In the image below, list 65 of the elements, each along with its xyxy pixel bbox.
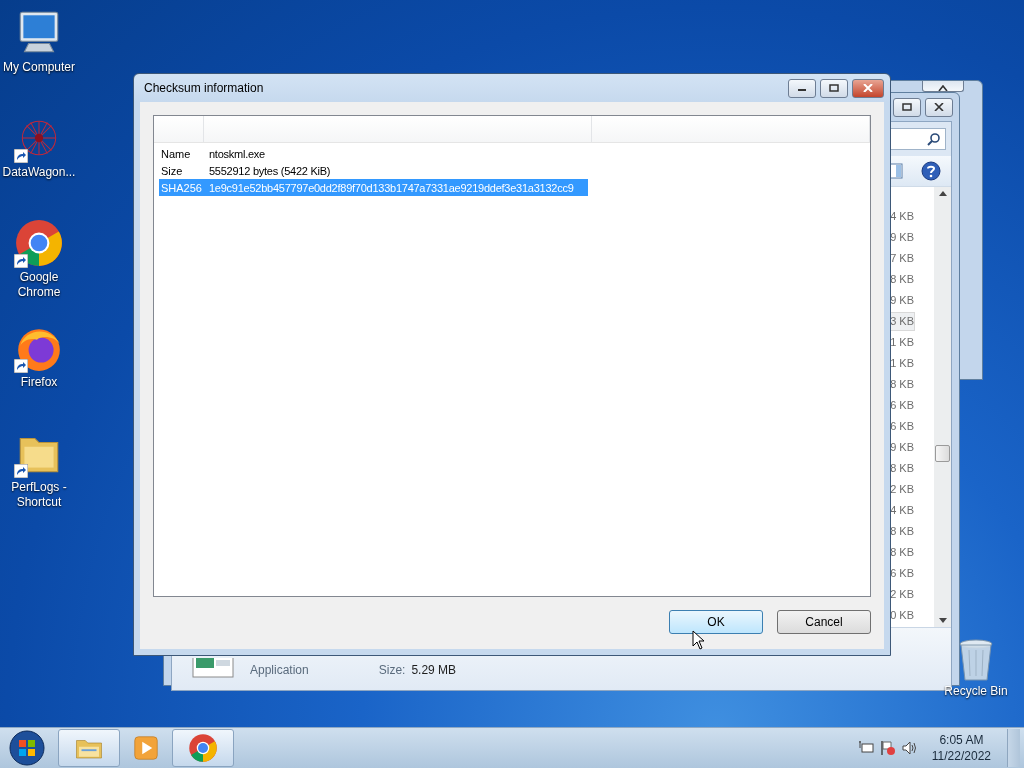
scrollbar[interactable] bbox=[934, 187, 951, 627]
row-key: Size bbox=[159, 164, 209, 177]
taskbar-app-button[interactable] bbox=[172, 729, 234, 767]
desktop-icon-label[interactable]: Google Chrome bbox=[0, 270, 78, 300]
list-row[interactable]: Name ntoskml.exe bbox=[159, 145, 588, 162]
speaker-icon[interactable] bbox=[901, 740, 918, 756]
row-value: 1e9c91e52bb457797e0dd2f89f70d133b1747a7331ae9219ddef3e31a3132cc9 bbox=[209, 181, 574, 194]
restore-icon bbox=[829, 84, 839, 92]
ok-button[interactable]: OK bbox=[669, 610, 763, 634]
scroll-thumb[interactable] bbox=[935, 445, 950, 462]
clock[interactable]: 6:05 AM 11/22/2022 bbox=[931, 732, 991, 764]
start-orb-icon[interactable] bbox=[9, 730, 45, 766]
file-size[interactable]: 6 KB bbox=[889, 564, 915, 583]
scroll-up-icon[interactable] bbox=[938, 191, 947, 196]
file-size[interactable]: 6 KB bbox=[889, 396, 915, 415]
file-size[interactable]: 4 KB bbox=[889, 207, 915, 226]
list-row[interactable]: Size 5552912 bytes (5422 KiB) bbox=[159, 162, 588, 179]
file-size[interactable]: 8 KB bbox=[889, 543, 915, 562]
file-size[interactable]: 8 KB bbox=[889, 522, 915, 541]
file-size[interactable]: 0 KB bbox=[889, 606, 915, 625]
maximize-button[interactable] bbox=[893, 97, 921, 117]
application-icon bbox=[192, 658, 234, 678]
close-button[interactable] bbox=[922, 81, 964, 92]
scroll-down-icon[interactable] bbox=[938, 618, 947, 623]
desktop-icon-label[interactable]: DataWagon... bbox=[0, 165, 78, 180]
action-center-flag-icon[interactable] bbox=[879, 740, 896, 756]
dialog-title: Checksum information bbox=[144, 81, 265, 95]
file-size[interactable]: 8 KB bbox=[889, 270, 915, 289]
help-icon[interactable] bbox=[921, 161, 941, 181]
file-size[interactable]: 8 KB bbox=[889, 375, 915, 394]
chrome-icon bbox=[14, 218, 64, 268]
file-size[interactable]: 6 KB bbox=[889, 417, 915, 436]
file-size[interactable]: 8 KB bbox=[889, 459, 915, 478]
file-size[interactable]: 4 KB bbox=[889, 501, 915, 520]
restore-icon bbox=[902, 103, 912, 111]
search-icon bbox=[927, 132, 941, 146]
desktop-icon-label[interactable]: PerfLogs - Shortcut bbox=[0, 480, 78, 510]
cancel-button[interactable]: Cancel bbox=[777, 610, 871, 634]
size-value: 5.29 MB bbox=[411, 663, 457, 677]
chrome-icon bbox=[188, 733, 218, 763]
row-value: 5552912 bytes (5422 KiB) bbox=[209, 164, 331, 177]
close-button[interactable] bbox=[925, 97, 953, 117]
file-size[interactable]: 3 KB bbox=[889, 312, 915, 331]
list-row[interactable]: SHA256 1e9c91e52bb457797e0dd2f89f70d133b1747a7331ae9219ddef3e31a3132cc9 bbox=[159, 179, 588, 196]
size-label: Size: bbox=[378, 663, 406, 677]
file-size[interactable]: 9 KB bbox=[889, 228, 915, 247]
desktop-icon-label[interactable]: Firefox bbox=[0, 375, 78, 390]
desktop-icon-label[interactable]: My Computer bbox=[0, 60, 78, 75]
cursor-icon bbox=[692, 630, 705, 650]
file-type: Application bbox=[250, 663, 309, 677]
row-key: SHA256 bbox=[159, 181, 209, 194]
network-icon[interactable] bbox=[857, 740, 874, 756]
row-value: ntoskml.exe bbox=[209, 147, 265, 160]
media-player-icon bbox=[131, 733, 161, 763]
desktop-icon-label[interactable]: Recycle Bin bbox=[937, 684, 1015, 699]
file-size[interactable]: 7 KB bbox=[889, 249, 915, 268]
file-size[interactable]: 1 KB bbox=[889, 333, 915, 352]
file-size[interactable]: 9 KB bbox=[889, 438, 915, 457]
file-size[interactable]: 9 KB bbox=[889, 291, 915, 310]
row-key: Name bbox=[159, 147, 209, 160]
file-size[interactable]: 2 KB bbox=[889, 480, 915, 499]
file-size[interactable]: 2 KB bbox=[889, 585, 915, 604]
minimize-button[interactable] bbox=[788, 78, 816, 98]
file-size[interactable]: 1 KB bbox=[889, 354, 915, 373]
maximize-button[interactable] bbox=[820, 78, 848, 98]
